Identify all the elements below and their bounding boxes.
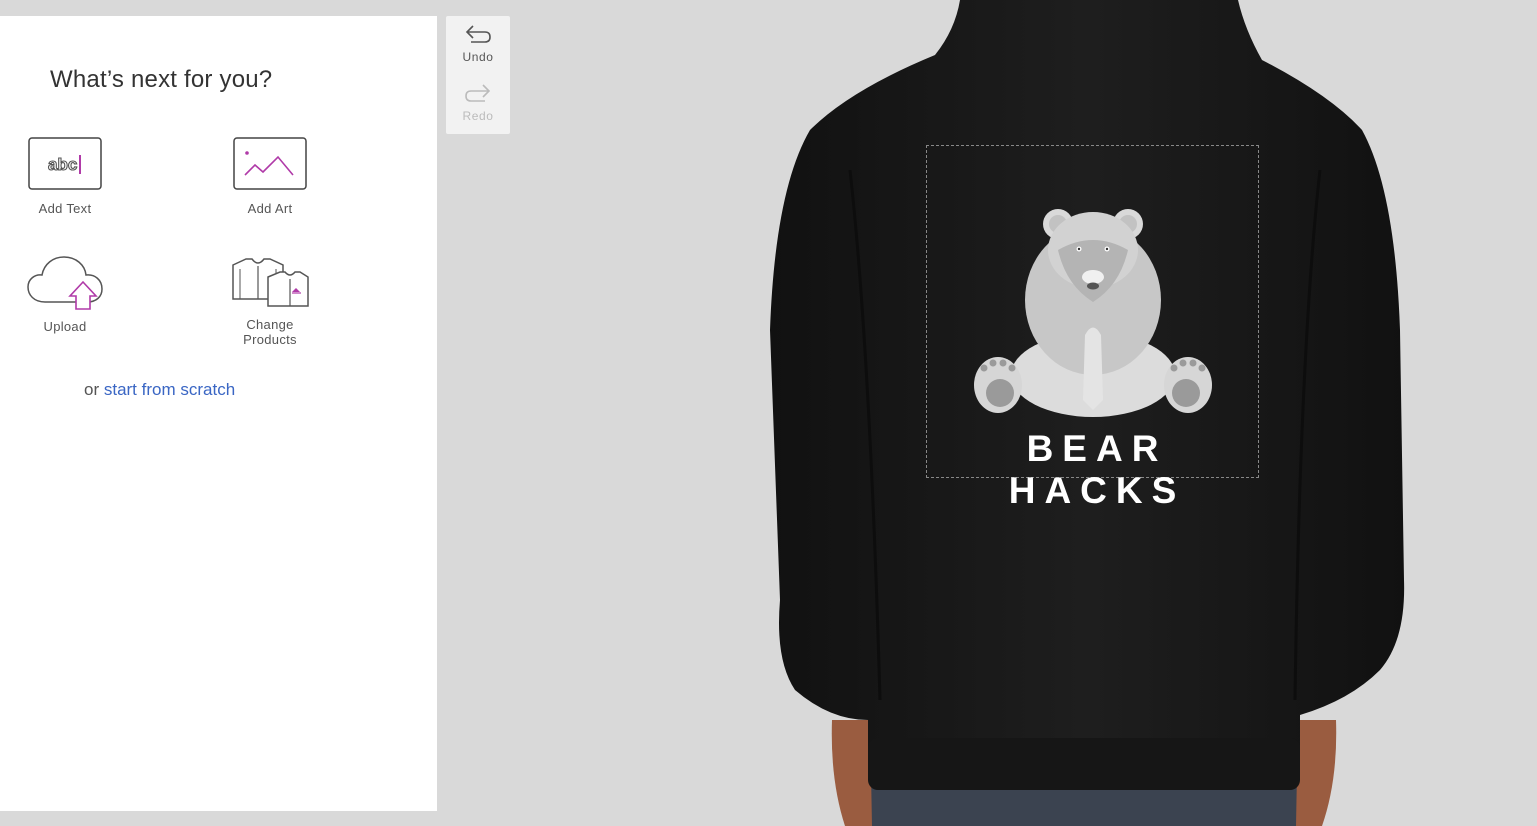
waistband bbox=[868, 738, 1300, 790]
add-text-button[interactable]: abc Add Text bbox=[10, 137, 120, 216]
design-area[interactable]: BEAR HACKS bbox=[926, 145, 1259, 511]
start-from-scratch-link[interactable]: start from scratch bbox=[104, 380, 235, 399]
text-cursor-icon: abc bbox=[27, 137, 102, 190]
add-text-label: Add Text bbox=[38, 201, 92, 216]
change-products-label: Change Products bbox=[243, 317, 297, 347]
cloud-upload-icon bbox=[27, 256, 103, 310]
start-from-scratch-line: or start from scratch bbox=[84, 380, 235, 400]
add-art-button[interactable]: Add Art bbox=[215, 137, 325, 216]
undo-icon bbox=[465, 25, 491, 43]
history-controls: Undo Redo bbox=[446, 16, 510, 134]
right-hand bbox=[1296, 720, 1337, 826]
undo-label: Undo bbox=[462, 50, 494, 64]
design-studio: What’s next for you? abc Add Text Add Ar… bbox=[0, 0, 1537, 826]
scratch-prefix: or bbox=[84, 380, 104, 399]
add-art-label: Add Art bbox=[247, 201, 293, 216]
image-icon bbox=[232, 137, 307, 190]
undo-button[interactable]: Undo bbox=[446, 18, 510, 74]
whats-next-panel: What’s next for you? abc Add Text Add Ar… bbox=[0, 16, 437, 811]
upload-button[interactable]: Upload bbox=[10, 255, 120, 334]
shirts-icon bbox=[232, 258, 309, 307]
redo-label: Redo bbox=[462, 109, 494, 123]
change-products-button[interactable]: Change Products bbox=[215, 257, 325, 347]
redo-icon bbox=[465, 84, 491, 102]
redo-button[interactable]: Redo bbox=[446, 77, 510, 133]
left-hand bbox=[831, 720, 872, 826]
upload-label: Upload bbox=[43, 319, 87, 334]
panel-title: What’s next for you? bbox=[50, 66, 273, 93]
abc-glyph: abc bbox=[48, 155, 77, 174]
design-text[interactable]: BEAR HACKS bbox=[927, 428, 1258, 512]
